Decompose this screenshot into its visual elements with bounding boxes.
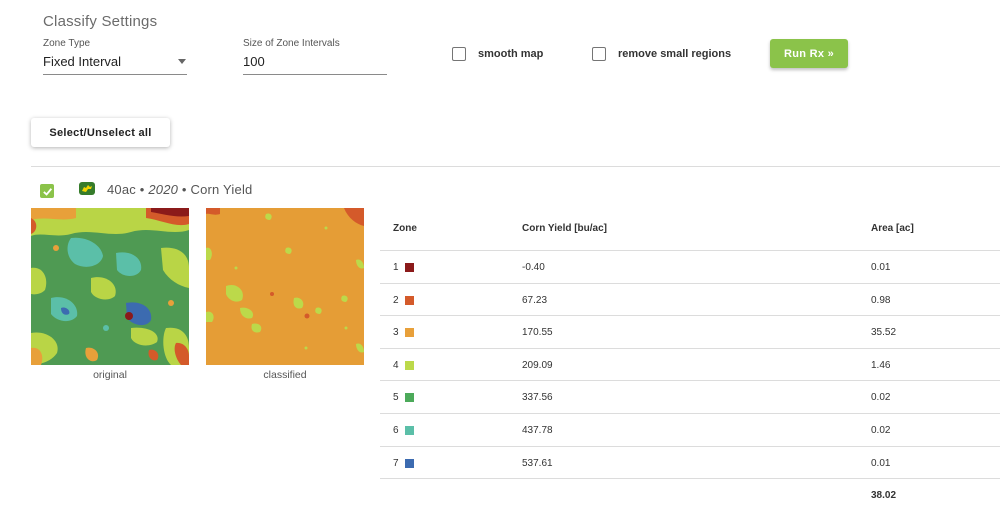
yield-cell: 170.55 [522, 327, 553, 339]
total-area: 38.02 [871, 490, 897, 501]
deer-logo-icon [82, 185, 92, 192]
header-yield: Corn Yield [bu/ac] [522, 223, 608, 234]
area-cell: 0.01 [871, 262, 891, 273]
zone-cell: 5 [393, 392, 414, 403]
area-cell: 1.46 [871, 359, 891, 371]
zone-cell: 1 [393, 262, 414, 273]
table-row: 5 337.56 0.02 [380, 381, 1000, 414]
zone-number: 6 [393, 424, 399, 436]
zone-number: 4 [393, 359, 399, 371]
table-row: 6 437.78 0.02 [380, 414, 1000, 447]
yield-cell: 437.78 [522, 424, 553, 436]
yield-cell: 337.56 [522, 392, 553, 404]
zone-type-selected: Fixed Interval [43, 54, 122, 69]
original-map-caption: original [93, 369, 127, 381]
zone-number: 3 [393, 327, 399, 339]
field-checkbox[interactable] [40, 184, 54, 198]
yield-cell: 209.09 [522, 359, 553, 371]
area-cell: 0.01 [871, 457, 891, 469]
remove-small-regions-label[interactable]: remove small regions [618, 48, 731, 60]
select-unselect-all-button[interactable]: Select/Unselect all [31, 118, 170, 147]
zone-table: Zone Corn Yield [bu/ac] Area [ac] 1 -0.40… [380, 210, 1000, 480]
classified-zone-map[interactable] [206, 208, 364, 365]
original-yield-map[interactable] [31, 208, 189, 365]
run-rx-button[interactable]: Run Rx » [770, 39, 848, 68]
area-cell: 0.02 [871, 424, 891, 436]
yield-cell: 67.23 [522, 294, 548, 306]
field-layer: Corn Yield [190, 182, 253, 197]
smooth-map-checkbox[interactable] [452, 47, 466, 61]
zone-cell: 3 [393, 327, 414, 338]
zone-interval-field[interactable]: Size of Zone Intervals 100 [243, 38, 387, 75]
john-deere-icon [79, 182, 95, 195]
zone-number: 7 [393, 457, 399, 469]
zone-cell: 4 [393, 360, 414, 371]
zone-type-select[interactable]: Zone Type Fixed Interval [43, 38, 187, 75]
zone-color-swatch [404, 328, 414, 338]
area-cell: 0.98 [871, 294, 891, 306]
zone-cell: 2 [393, 295, 414, 306]
field-title: 40ac • 2020 • Corn Yield [107, 182, 252, 197]
area-cell: 35.52 [871, 327, 897, 339]
zone-type-label: Zone Type [43, 38, 91, 49]
zone-type-value[interactable]: Fixed Interval [43, 54, 187, 75]
zone-color-swatch [404, 458, 414, 468]
checkmark-icon [42, 187, 52, 196]
yield-cell: -0.40 [522, 262, 545, 273]
caret-down-icon[interactable] [178, 59, 186, 64]
zone-cell: 7 [393, 458, 414, 469]
table-row: 3 170.55 35.52 [380, 316, 1000, 349]
table-row: 2 67.23 0.98 [380, 284, 1000, 317]
zone-cell: 6 [393, 425, 414, 436]
field-acres: 40ac [107, 182, 136, 197]
zone-number: 2 [393, 294, 399, 306]
separator: • [136, 182, 149, 197]
zone-color-swatch [404, 263, 414, 272]
zone-interval-input[interactable]: 100 [243, 54, 387, 75]
yield-cell: 537.61 [522, 457, 553, 469]
zone-color-swatch [404, 295, 414, 305]
table-row: 7 537.61 0.01 [380, 447, 1000, 480]
smooth-map-label[interactable]: smooth map [478, 48, 543, 60]
zone-color-swatch [404, 360, 414, 370]
zone-number: 1 [393, 262, 399, 273]
classified-map-caption: classified [263, 369, 307, 381]
table-header: Zone Corn Yield [bu/ac] Area [ac] [380, 210, 1000, 251]
zone-interval-label: Size of Zone Intervals [243, 38, 340, 49]
table-row: 1 -0.40 0.01 [380, 251, 1000, 284]
remove-small-regions-option[interactable]: remove small regions [592, 47, 731, 61]
zone-color-swatch [404, 393, 414, 403]
field-year: 2020 [148, 182, 179, 197]
separator: • [178, 182, 191, 197]
header-area: Area [ac] [871, 223, 914, 234]
header-zone: Zone [393, 223, 417, 234]
divider [31, 166, 1000, 167]
remove-small-regions-checkbox[interactable] [592, 47, 606, 61]
zone-number: 5 [393, 392, 399, 404]
table-row: 4 209.09 1.46 [380, 349, 1000, 382]
area-cell: 0.02 [871, 392, 891, 404]
zone-color-swatch [404, 425, 414, 435]
smooth-map-option[interactable]: smooth map [452, 47, 543, 61]
settings-title: Classify Settings [43, 13, 158, 30]
